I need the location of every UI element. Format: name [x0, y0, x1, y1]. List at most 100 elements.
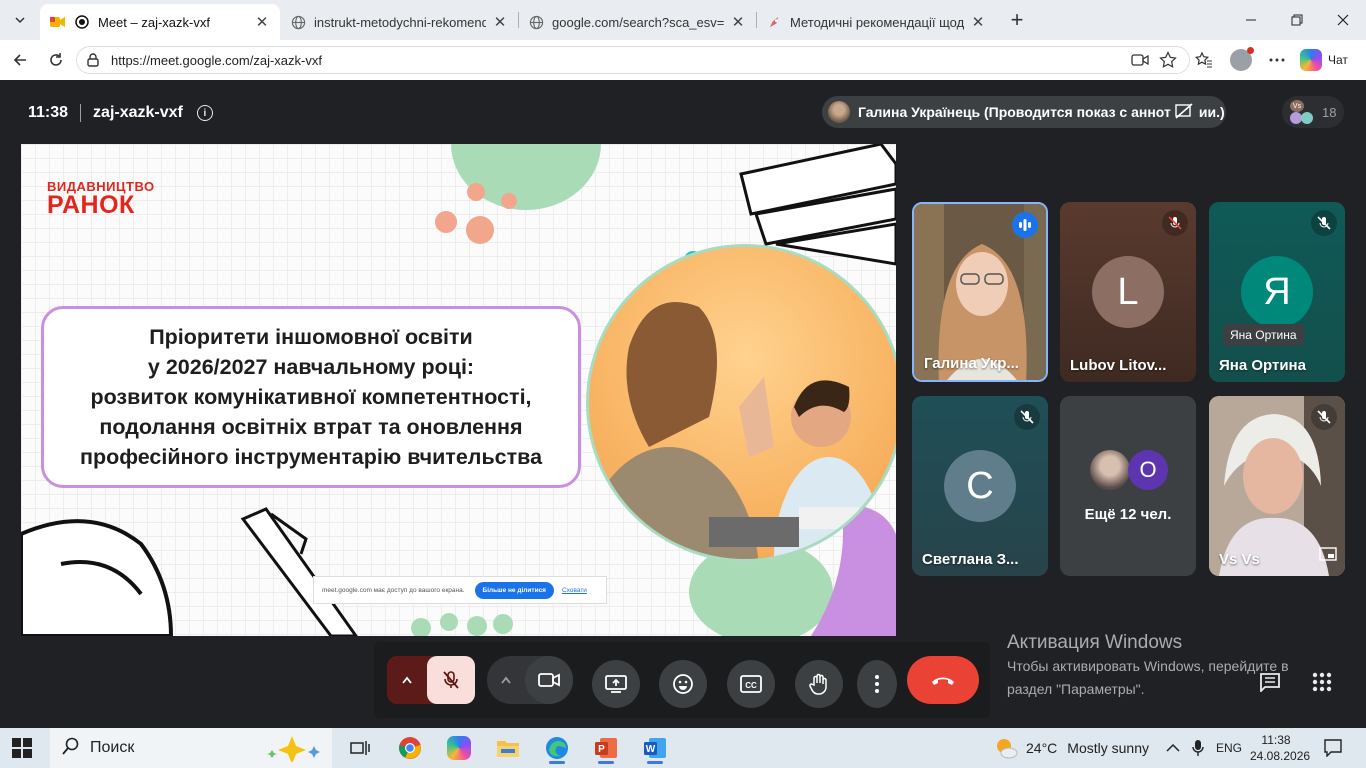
- emoji-icon: [673, 674, 693, 694]
- windows-logo-icon: [12, 738, 32, 758]
- presenter-chip[interactable]: Галина Українець (Проводится показ с анн…: [822, 96, 1226, 128]
- participant-tile[interactable]: С Светлана З...: [912, 396, 1048, 576]
- meeting-time: 11:38: [28, 104, 69, 121]
- shared-screen: ВИДАВНИЦТВО РАНОК Пріоритети іншомовної …: [21, 144, 896, 636]
- tab-actions-menu[interactable]: [6, 6, 34, 34]
- close-tab-icon[interactable]: ✕: [254, 13, 270, 31]
- language-indicator[interactable]: ENG: [1216, 728, 1242, 768]
- stop-sharing-button[interactable]: Більше не ділитися: [474, 581, 554, 599]
- participant-initial: L: [1092, 256, 1164, 328]
- search-highlight-icon: [264, 734, 324, 767]
- site-info-icon[interactable]: [85, 52, 103, 68]
- show-hidden-icons[interactable]: [1166, 728, 1180, 768]
- tab-google-search[interactable]: google.com/search?sca_esv=7e6a... ✕: [518, 4, 756, 40]
- svg-text:P: P: [598, 744, 605, 755]
- screen-share-notice: meet.google.com має доступ до вашого екр…: [313, 576, 607, 604]
- close-tab-icon[interactable]: ✕: [730, 13, 746, 31]
- reload-button[interactable]: [42, 46, 70, 74]
- apps-grid-icon: [1312, 672, 1332, 692]
- taskbar-search[interactable]: Поиск: [50, 728, 332, 768]
- chrome-icon: [399, 737, 421, 759]
- hide-presentation-icon[interactable]: [1175, 102, 1195, 122]
- more-participants-tile[interactable]: О Ещё 12 чел.: [1060, 396, 1196, 576]
- more-menu-icon[interactable]: [1265, 48, 1289, 72]
- raise-hand-button[interactable]: [795, 660, 843, 708]
- chevron-down-icon: [15, 17, 25, 24]
- start-button[interactable]: [12, 738, 32, 763]
- hand-icon: [809, 673, 827, 695]
- taskbar-powerpoint[interactable]: P: [586, 732, 626, 764]
- audio-options-button[interactable]: [387, 656, 427, 704]
- camera-toggle-button[interactable]: [525, 656, 573, 704]
- participant-tile[interactable]: Галина Укр...: [912, 202, 1048, 382]
- activities-button[interactable]: [1308, 668, 1336, 696]
- tab-meet[interactable]: Meet – zaj-xazk-vxf ✕: [40, 4, 280, 40]
- presenter-text: Галина Українець (Проводится показ с анн…: [858, 104, 1171, 120]
- avatar: [1230, 47, 1254, 71]
- participant-tile[interactable]: Vs Vs: [1209, 396, 1345, 576]
- back-arrow-icon: [13, 54, 26, 66]
- participants-button[interactable]: Vs 18: [1282, 96, 1344, 128]
- participant-count: 18: [1322, 104, 1337, 120]
- teacher-student-photo: [586, 244, 896, 562]
- windows-activation-watermark: Активация Windows Чтобы активировать Win…: [1007, 632, 1289, 700]
- weather-description: Mostly sunny: [1067, 740, 1149, 756]
- meet-favicon: [50, 14, 66, 30]
- camera-control-group: [487, 656, 573, 704]
- minimize-button[interactable]: [1228, 0, 1274, 40]
- present-screen-button[interactable]: [592, 660, 640, 708]
- meet-window: 11:38 zaj-xazk-vxf i Галина Українець (П…: [4, 80, 1362, 724]
- profile-avatar[interactable]: [1229, 47, 1254, 72]
- participant-name: Галина Укр...: [924, 355, 1019, 372]
- hide-notice-link[interactable]: Сховати: [562, 587, 587, 594]
- mic-toggle-button[interactable]: [427, 656, 475, 704]
- close-window-button[interactable]: [1320, 0, 1366, 40]
- taskbar-edge[interactable]: [537, 732, 577, 764]
- taskbar-clock[interactable]: 11:38 24.08.2026: [1250, 732, 1310, 764]
- tab-pdf[interactable]: instrukt-metodychni-rekomend.pdf ✕: [280, 4, 518, 40]
- notifications-button[interactable]: [1324, 728, 1342, 768]
- video-options-button[interactable]: [487, 656, 525, 704]
- tab-methodical[interactable]: Методичні рекомендації щодо в... ✕: [756, 4, 996, 40]
- participant-tile[interactable]: L Lubov Litov...: [1060, 202, 1196, 382]
- back-button[interactable]: [6, 46, 34, 74]
- address-bar[interactable]: https://meet.google.com/zaj-xazk-vxf: [76, 46, 1190, 74]
- name-tooltip: Яна Ортина: [1223, 324, 1304, 346]
- captions-button[interactable]: CC: [727, 660, 775, 708]
- tab-title: google.com/search?sca_esv=7e6a...: [552, 14, 724, 30]
- participant-tile[interactable]: Я Яна Ортина Яна Ортина: [1209, 202, 1345, 382]
- taskbar-file-explorer[interactable]: [488, 732, 528, 764]
- svg-text:W: W: [646, 744, 656, 755]
- taskbar-word[interactable]: W: [635, 732, 675, 764]
- microphone-tray-icon[interactable]: [1192, 728, 1204, 768]
- close-tab-icon[interactable]: ✕: [970, 13, 986, 31]
- title-line: у 2026/2027 навчальному році:: [147, 355, 475, 379]
- close-tab-icon[interactable]: ✕: [492, 13, 508, 31]
- taskbar-copilot[interactable]: [439, 732, 479, 764]
- favorites-icon[interactable]: [1192, 48, 1216, 72]
- word-icon: W: [644, 738, 666, 758]
- reactions-button[interactable]: [659, 660, 707, 708]
- notification-icon: [1324, 739, 1342, 757]
- recording-icon: [74, 14, 90, 30]
- new-tab-button[interactable]: +: [1004, 8, 1030, 34]
- end-call-icon: [932, 677, 954, 685]
- camera-in-use-icon[interactable]: [1128, 48, 1152, 72]
- avatar: [1301, 112, 1313, 124]
- globe-icon: [290, 14, 306, 30]
- restore-button[interactable]: [1274, 0, 1320, 40]
- mic-off-icon: [1311, 210, 1337, 236]
- more-options-button[interactable]: [857, 660, 897, 708]
- info-icon[interactable]: i: [196, 105, 213, 121]
- task-view-button[interactable]: [340, 732, 380, 764]
- favorite-star-icon[interactable]: [1156, 48, 1180, 72]
- copilot-chat-button[interactable]: Чат: [1300, 48, 1348, 72]
- pip-icon[interactable]: [1319, 547, 1337, 566]
- weather-widget[interactable]: 24°C Mostly sunny: [994, 728, 1149, 768]
- leave-call-button[interactable]: [907, 656, 979, 704]
- chat-button[interactable]: [1256, 668, 1284, 696]
- microphone-icon: [1192, 740, 1204, 756]
- participant-name: Светлана З...: [922, 551, 1019, 568]
- taskbar-chrome[interactable]: [390, 732, 430, 764]
- watermark-line: раздел "Параметры".: [1007, 681, 1145, 697]
